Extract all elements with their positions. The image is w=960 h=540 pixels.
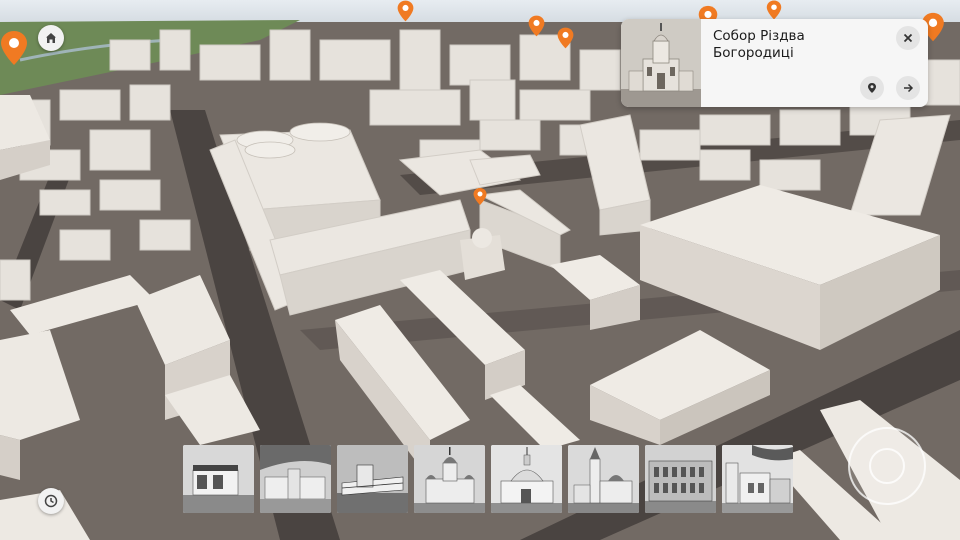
thumbnail-church-with-domes[interactable] xyxy=(414,445,485,513)
history-button[interactable] xyxy=(38,488,64,514)
locate-button[interactable] xyxy=(860,76,884,100)
map-pin-icon xyxy=(1,31,27,65)
map-pin-icon xyxy=(473,188,487,205)
map-pin-marker-selected[interactable] xyxy=(473,187,487,206)
thumbnail-constructivist-buildings[interactable] xyxy=(260,445,331,513)
clock-icon xyxy=(44,494,58,508)
map-pin-marker[interactable] xyxy=(557,27,574,49)
close-button[interactable] xyxy=(896,26,920,50)
map-pin-marker[interactable] xyxy=(528,15,545,37)
home-icon xyxy=(44,31,58,45)
map-pin-icon xyxy=(528,15,545,37)
joystick-icon xyxy=(869,448,905,484)
photo-thumbnail-strip xyxy=(183,445,793,513)
open-details-button[interactable] xyxy=(896,76,920,100)
map-pin-marker[interactable] xyxy=(764,0,784,20)
thumbnail-brick-building[interactable] xyxy=(645,445,716,513)
home-button[interactable] xyxy=(38,25,64,51)
map-pin-marker[interactable] xyxy=(0,30,28,66)
map-pin-icon xyxy=(866,82,878,94)
thumbnail-modernist-complex[interactable] xyxy=(337,445,408,513)
thumbnail-cathedral-nativity[interactable] xyxy=(491,445,562,513)
arrow-right-icon xyxy=(902,82,914,94)
map-pin-marker[interactable] xyxy=(397,0,414,22)
map-pin-icon xyxy=(397,0,414,22)
thumbnail-modernist-building[interactable] xyxy=(183,445,254,513)
map-pin-icon xyxy=(766,0,782,20)
map-pin-icon xyxy=(557,27,574,49)
place-title: Собор Різдва Богородиці xyxy=(713,28,805,61)
thumbnail-street-buildings[interactable] xyxy=(722,445,793,513)
close-icon xyxy=(902,32,914,44)
place-photo xyxy=(621,19,701,107)
navigation-joystick[interactable] xyxy=(848,427,926,505)
place-info-card[interactable]: Собор Різдва Богородиці xyxy=(621,19,928,107)
thumbnail-church-with-bell-tower[interactable] xyxy=(568,445,639,513)
